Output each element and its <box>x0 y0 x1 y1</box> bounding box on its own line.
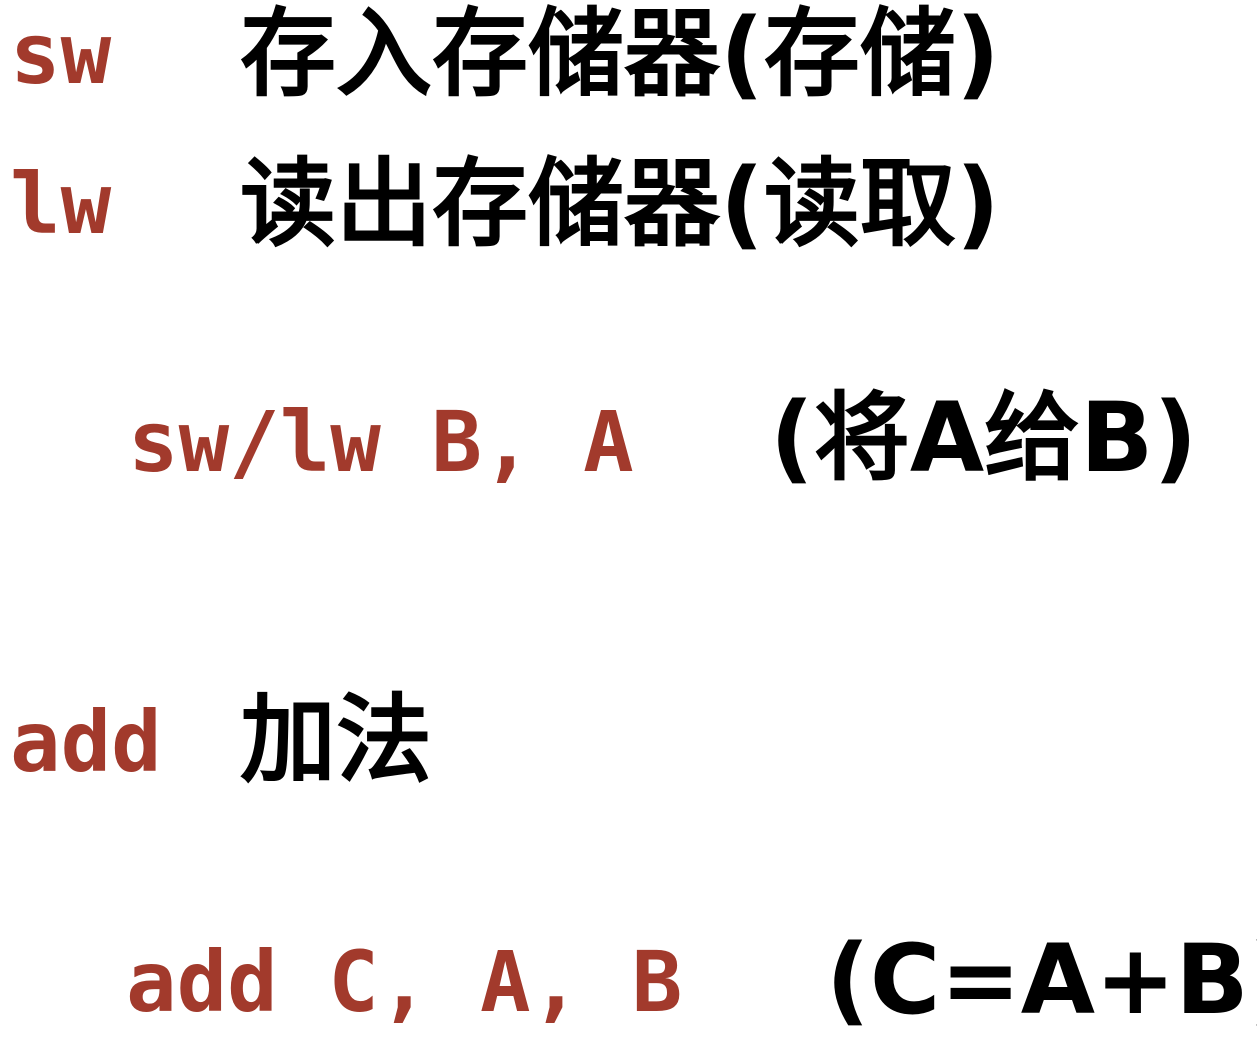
instruction-row-lw: lw 读出存储器(读取) <box>10 156 1000 252</box>
instruction-notes: sw 存入存储器(存储) lw 读出存储器(读取) sw/lw B, A (将A… <box>0 0 1257 1056</box>
instruction-syntax-sw-lw: sw/lw B, A (将A给B) <box>128 390 1197 486</box>
instruction-description: 存入存储器(存储) <box>240 0 1000 110</box>
instruction-row-add: add 加法 <box>10 692 432 788</box>
syntax-code: sw/lw B, A <box>128 393 634 491</box>
instruction-code: add <box>10 693 162 791</box>
instruction-code: sw <box>10 5 112 103</box>
instruction-code: lw <box>10 155 112 253</box>
instruction-description: 读出存储器(读取) <box>240 148 1000 260</box>
instruction-syntax-add: add C, A, B (C=A+B) <box>126 932 1257 1028</box>
syntax-explanation: (将A给B) <box>770 382 1198 494</box>
instruction-description: 加法 <box>240 684 432 796</box>
syntax-explanation: (C=A+B) <box>826 924 1257 1036</box>
instruction-row-sw: sw 存入存储器(存储) <box>10 6 1000 102</box>
syntax-code: add C, A, B <box>126 933 683 1031</box>
